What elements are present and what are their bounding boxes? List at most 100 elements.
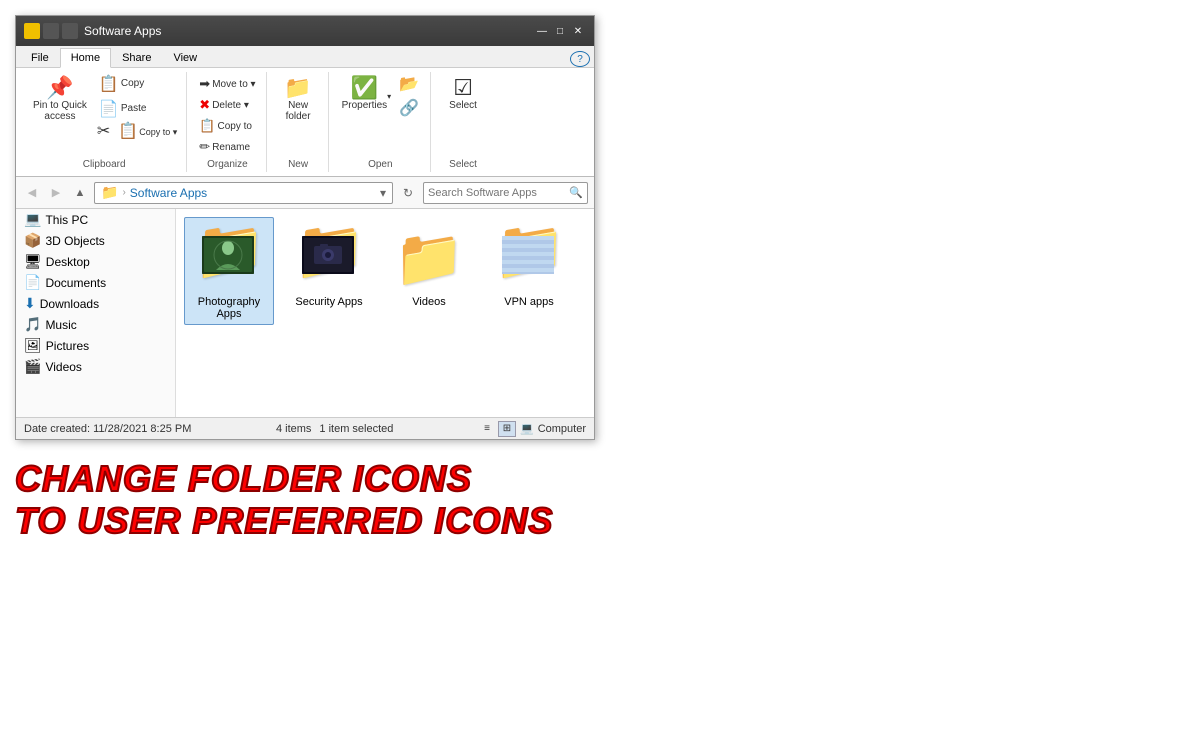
search-box[interactable]: 🔍 bbox=[423, 182, 588, 204]
tab-file[interactable]: File bbox=[20, 48, 60, 67]
properties-icon: ✅ bbox=[351, 77, 378, 99]
ribbon-group-clipboard-content: 📌 Pin to Quickaccess 📋 Copy 📄 Paste ✂ bbox=[28, 74, 180, 157]
cut-button[interactable]: ✂ bbox=[94, 122, 113, 142]
title-icon-dark2 bbox=[62, 23, 78, 39]
copyto-icon: 📋 bbox=[118, 124, 138, 140]
copy-button[interactable]: 📋 Copy bbox=[94, 74, 180, 96]
sidebar-label-videos: Videos bbox=[45, 360, 81, 374]
sidebar-item-downloads[interactable]: ⬇ Downloads bbox=[16, 293, 175, 314]
view-details-button[interactable]: ≡ bbox=[478, 421, 496, 437]
sidebar-item-thispc[interactable]: 💻 This PC bbox=[16, 209, 175, 230]
items-count: 4 items bbox=[276, 423, 311, 435]
sidebar-label-pictures: Pictures bbox=[46, 339, 89, 353]
new-content: 📁 Newfolder bbox=[279, 74, 316, 157]
back-button[interactable]: ◀ bbox=[22, 183, 42, 203]
help-button[interactable]: ? bbox=[570, 51, 590, 67]
sidebar-label-3dobjects: 3D Objects bbox=[45, 234, 104, 248]
downloads-icon: ⬇ bbox=[24, 295, 36, 312]
desktop-icon: 🖥 bbox=[24, 253, 42, 270]
open-icon: 📂 bbox=[399, 77, 419, 93]
address-box[interactable]: 📁 › Software Apps ▾ bbox=[94, 182, 393, 204]
address-dropdown-icon[interactable]: ▾ bbox=[380, 186, 386, 200]
date-created-label: Date created: bbox=[24, 423, 90, 435]
copy-icon: 📋 bbox=[99, 77, 119, 93]
refresh-button[interactable]: ↻ bbox=[397, 182, 419, 204]
select-icon: ☑ bbox=[453, 77, 473, 99]
ribbon-group-open: ✅ Properties ▾ 📂 🔗 Open bbox=[331, 72, 432, 172]
new-folder-button[interactable]: 📁 Newfolder bbox=[279, 74, 316, 125]
search-input[interactable] bbox=[428, 187, 569, 199]
copy-to-button[interactable]: 📋 Copy to ▾ bbox=[115, 122, 180, 142]
properties-button[interactable]: ✅ Properties ▾ bbox=[337, 74, 393, 114]
title-icon-yellow bbox=[24, 23, 40, 39]
sidebar-label-music: Music bbox=[45, 318, 76, 332]
security-apps-label: Security Apps bbox=[295, 296, 362, 308]
folder-security-apps[interactable]: 📁 Security Apps bbox=[284, 217, 374, 325]
explorer-window: Software Apps — □ ✕ File Home Share View… bbox=[15, 15, 595, 440]
address-folder-icon: 📁 bbox=[101, 184, 118, 201]
sidebar-item-videos[interactable]: 🎬 Videos bbox=[16, 356, 175, 377]
paste-icon: 📄 bbox=[99, 102, 119, 118]
ribbon-group-select: ☑ Select Select bbox=[433, 72, 493, 172]
status-bar: Date created: 11/28/2021 8:25 PM 4 items… bbox=[16, 417, 594, 439]
main-content: 💻 This PC 📦 3D Objects 🖥 Desktop 📄 Docum… bbox=[16, 209, 594, 417]
ribbon-tabs: File Home Share View ? bbox=[16, 46, 594, 68]
videos-folder-icon: 📁 bbox=[393, 222, 465, 294]
folder-videos[interactable]: 📁 Videos bbox=[384, 217, 474, 325]
minimize-button[interactable]: — bbox=[534, 23, 550, 39]
sidebar: 💻 This PC 📦 3D Objects 🖥 Desktop 📄 Docum… bbox=[16, 209, 176, 417]
copy-to-row-button[interactable]: 📋 Copy to bbox=[195, 116, 259, 136]
open-content: ✅ Properties ▾ 📂 🔗 bbox=[337, 74, 425, 157]
pictures-icon: 🖼 bbox=[24, 337, 42, 354]
sidebar-item-music[interactable]: 🎵 Music bbox=[16, 314, 175, 335]
sidebar-item-pictures[interactable]: 🖼 Pictures bbox=[16, 335, 175, 356]
vpn-folder-icon: 📁 bbox=[493, 222, 565, 294]
organize-label: Organize bbox=[207, 157, 248, 170]
open-button[interactable]: 📂 bbox=[394, 74, 424, 96]
rename-icon: ✏ bbox=[199, 139, 210, 155]
address-box-inner: 📁 › Software Apps ▾ bbox=[101, 184, 386, 201]
select-content: ☑ Select bbox=[444, 74, 482, 157]
sidebar-item-3dobjects[interactable]: 📦 3D Objects bbox=[16, 230, 175, 251]
sidebar-item-documents[interactable]: 📄 Documents bbox=[16, 272, 175, 293]
videos-label: Videos bbox=[412, 296, 445, 308]
folder-vpn-apps[interactable]: 📁 VPN apps bbox=[484, 217, 574, 325]
3dobjects-icon: 📦 bbox=[24, 232, 41, 249]
copyto-row-icon: 📋 bbox=[199, 118, 215, 134]
link-icon: 🔗 bbox=[399, 101, 419, 117]
music-icon: 🎵 bbox=[24, 316, 41, 333]
pin-to-quick-access-button[interactable]: 📌 Pin to Quickaccess bbox=[28, 74, 92, 125]
folder-photography-apps[interactable]: 📁 PhotographyApps bbox=[184, 217, 274, 325]
maximize-button[interactable]: □ bbox=[552, 23, 568, 39]
paste-button[interactable]: 📄 Paste bbox=[94, 99, 180, 121]
vpn-overlay bbox=[502, 236, 554, 274]
bottom-line1: CHANGE FOLDER ICONS bbox=[15, 458, 553, 500]
sidebar-label-documents: Documents bbox=[45, 276, 106, 290]
move-to-button[interactable]: ➡ Move to ▾ bbox=[195, 74, 259, 94]
thispc-icon: 💻 bbox=[24, 211, 41, 228]
photo-overlay bbox=[202, 236, 254, 274]
view-large-icons-button[interactable]: ⊞ bbox=[498, 421, 516, 437]
videos-icon: 🎬 bbox=[24, 358, 41, 375]
move-icon: ➡ bbox=[199, 76, 210, 92]
close-button[interactable]: ✕ bbox=[570, 23, 586, 39]
title-bar: Software Apps — □ ✕ bbox=[16, 16, 594, 46]
tab-view[interactable]: View bbox=[162, 48, 208, 67]
tab-home[interactable]: Home bbox=[60, 48, 111, 68]
select-button[interactable]: ☑ Select bbox=[444, 74, 482, 114]
new-folder-icon: 📁 bbox=[284, 77, 311, 99]
rename-button[interactable]: ✏ Rename bbox=[195, 137, 259, 157]
link-button[interactable]: 🔗 bbox=[394, 98, 424, 120]
ribbon: 📌 Pin to Quickaccess 📋 Copy 📄 Paste ✂ bbox=[16, 68, 594, 177]
delete-icon: ✖ bbox=[199, 97, 210, 113]
sidebar-item-desktop[interactable]: 🖥 Desktop bbox=[16, 251, 175, 272]
tab-share[interactable]: Share bbox=[111, 48, 162, 67]
breadcrumb-software-apps[interactable]: Software Apps bbox=[130, 186, 207, 200]
forward-button[interactable]: ▶ bbox=[46, 183, 66, 203]
up-button[interactable]: ▲ bbox=[70, 183, 90, 203]
pin-icon: 📌 bbox=[46, 77, 73, 99]
computer-label: Computer bbox=[538, 423, 586, 435]
delete-button[interactable]: ✖ Delete ▾ bbox=[195, 95, 259, 115]
ribbon-organize-content: ➡ Move to ▾ ✖ Delete ▾ 📋 Copy to ✏ Renam… bbox=[195, 74, 259, 157]
title-bar-left: Software Apps bbox=[24, 23, 161, 39]
